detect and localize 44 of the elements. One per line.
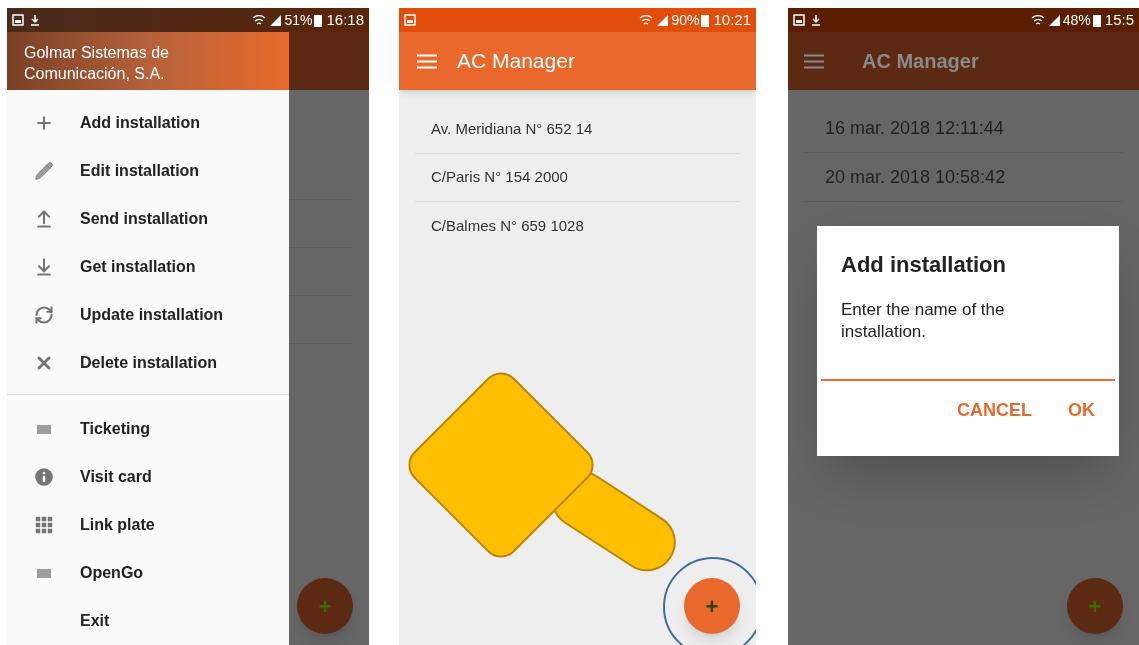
image-icon (404, 14, 416, 26)
drawer-menu-item[interactable]: Get installation (7, 243, 289, 291)
dialog-message: Enter the name of the installation. (841, 299, 1006, 343)
rectangle-icon (36, 568, 51, 578)
signal-icon (269, 14, 282, 26)
dialog-title: Add installation (841, 251, 1007, 279)
clock-time: 10:21 (713, 9, 751, 30)
download-icon (30, 14, 40, 26)
signal-icon (1047, 14, 1060, 26)
drawer-menu-item[interactable]: Exit (7, 597, 289, 645)
installation-row[interactable]: C/Paris N° 154 2000 (415, 154, 740, 202)
refresh-icon (33, 305, 54, 325)
drawer-menu-item[interactable]: Link plate (7, 501, 289, 549)
rectangle-icon (36, 424, 51, 434)
battery-icon (314, 13, 323, 27)
drawer-menu-item[interactable]: Update installation (7, 291, 289, 339)
installation-row[interactable]: C/Balmes N° 659 1028 (415, 202, 740, 250)
drawer-menu-item[interactable]: Delete installation (7, 339, 289, 387)
signal-icon (656, 14, 669, 26)
battery-percent: 90% (671, 10, 700, 30)
company-name: Golmar Sistemas de Comunicación, S.A. (24, 43, 170, 84)
clock-time: 16:18 (326, 9, 364, 30)
drawer-menu-item[interactable]: Edit installation (7, 147, 289, 195)
installation-row[interactable]: Av. Meridiana N° 652 14 (415, 106, 740, 154)
download-icon (811, 14, 821, 26)
image-icon (793, 14, 805, 26)
drawer-menu-item[interactable]: Add installation (7, 99, 289, 147)
drawer-menu-item[interactable]: Visit card (7, 453, 289, 501)
wifi-icon (252, 13, 267, 27)
clock-time: 15:5 (1104, 9, 1134, 30)
battery-percent: 48% (1062, 10, 1091, 30)
wifi-icon (639, 13, 654, 27)
battery-icon (701, 13, 710, 27)
battery-percent: 51% (284, 10, 313, 30)
drawer-menu-item[interactable]: OpenGo (7, 549, 289, 597)
app-title: AC Manager (862, 49, 979, 74)
wifi-icon (1030, 13, 1045, 27)
pencil-icon (33, 161, 54, 181)
image-icon (12, 14, 24, 26)
app-title: AC Manager (457, 48, 575, 75)
battery-icon (1092, 13, 1101, 27)
drawer-menu-item[interactable]: Send installation (7, 195, 289, 243)
menu-icon[interactable] (804, 53, 824, 69)
drawer-menu-item[interactable]: Ticketing (7, 405, 289, 453)
